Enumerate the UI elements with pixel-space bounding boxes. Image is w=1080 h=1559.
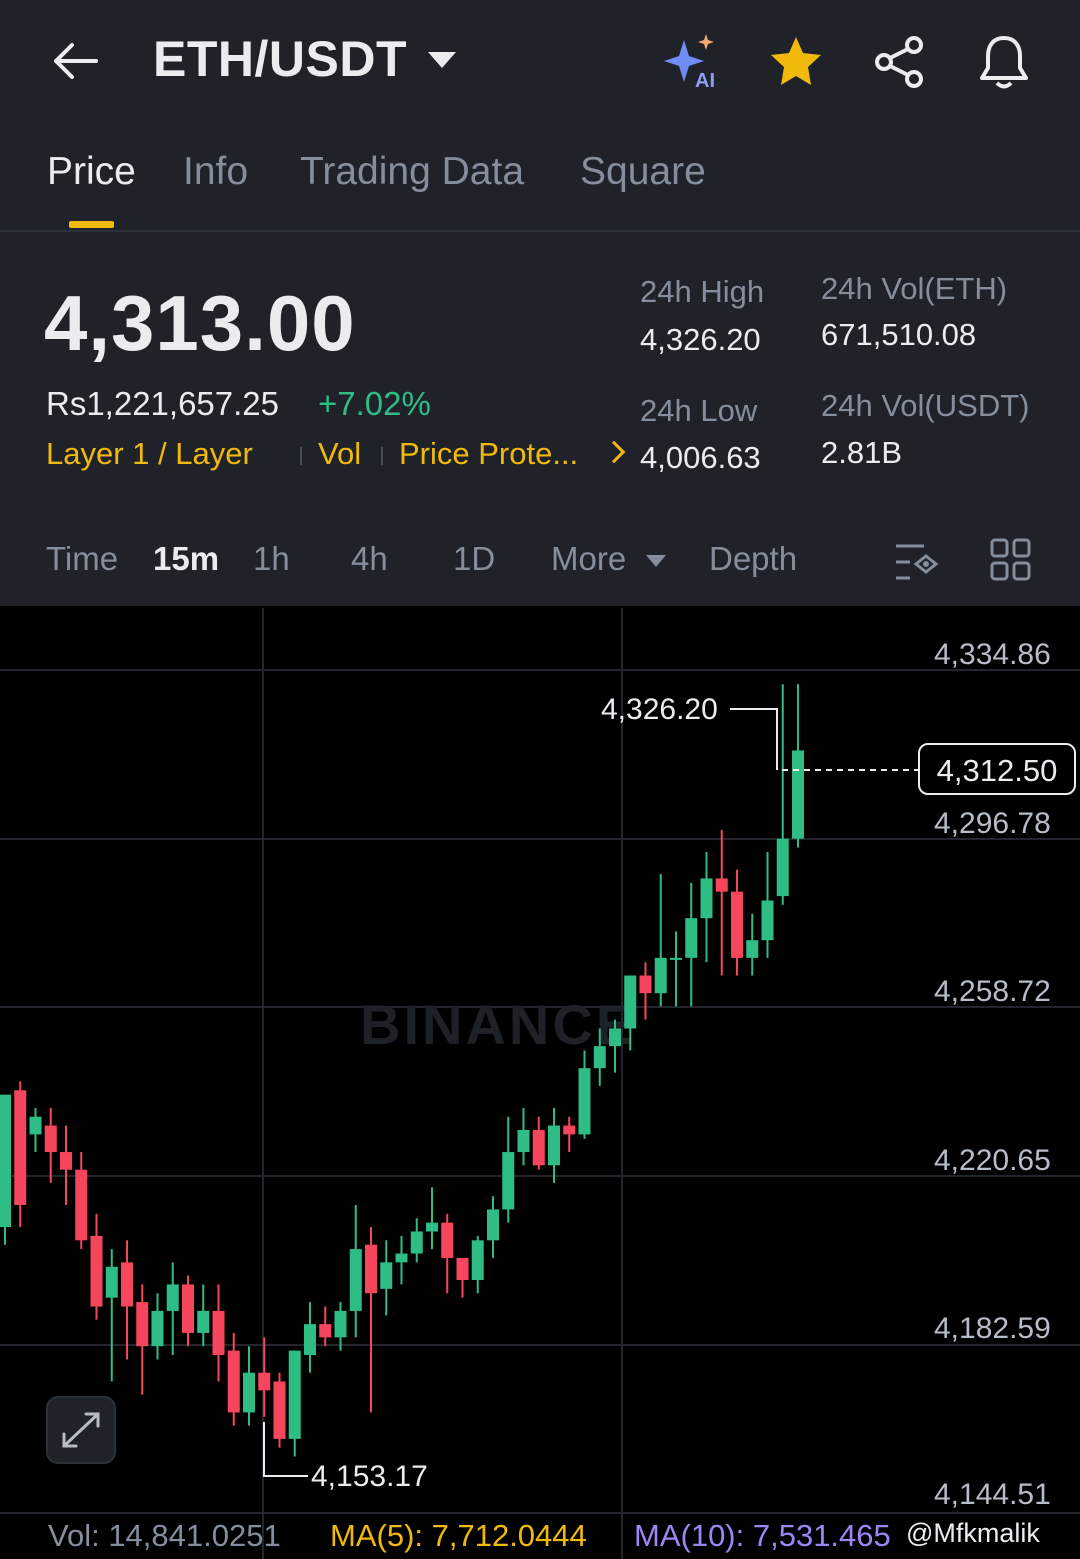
ma10-readout: MA(10): 7,531.465 xyxy=(634,1518,891,1553)
current-price-label: 4,312.50 xyxy=(918,743,1076,795)
expand-icon xyxy=(62,1412,100,1448)
volume-readout: Vol: 14,841.0251 xyxy=(48,1518,281,1553)
ma5-readout: MA(5): 7,712.0444 xyxy=(330,1518,587,1553)
low-marker: 4,153.17 xyxy=(311,1460,428,1493)
user-watermark: @Mfkmalik xyxy=(906,1518,1040,1548)
fullscreen-button[interactable] xyxy=(46,1396,116,1464)
high-marker: 4,326.20 xyxy=(601,693,718,726)
